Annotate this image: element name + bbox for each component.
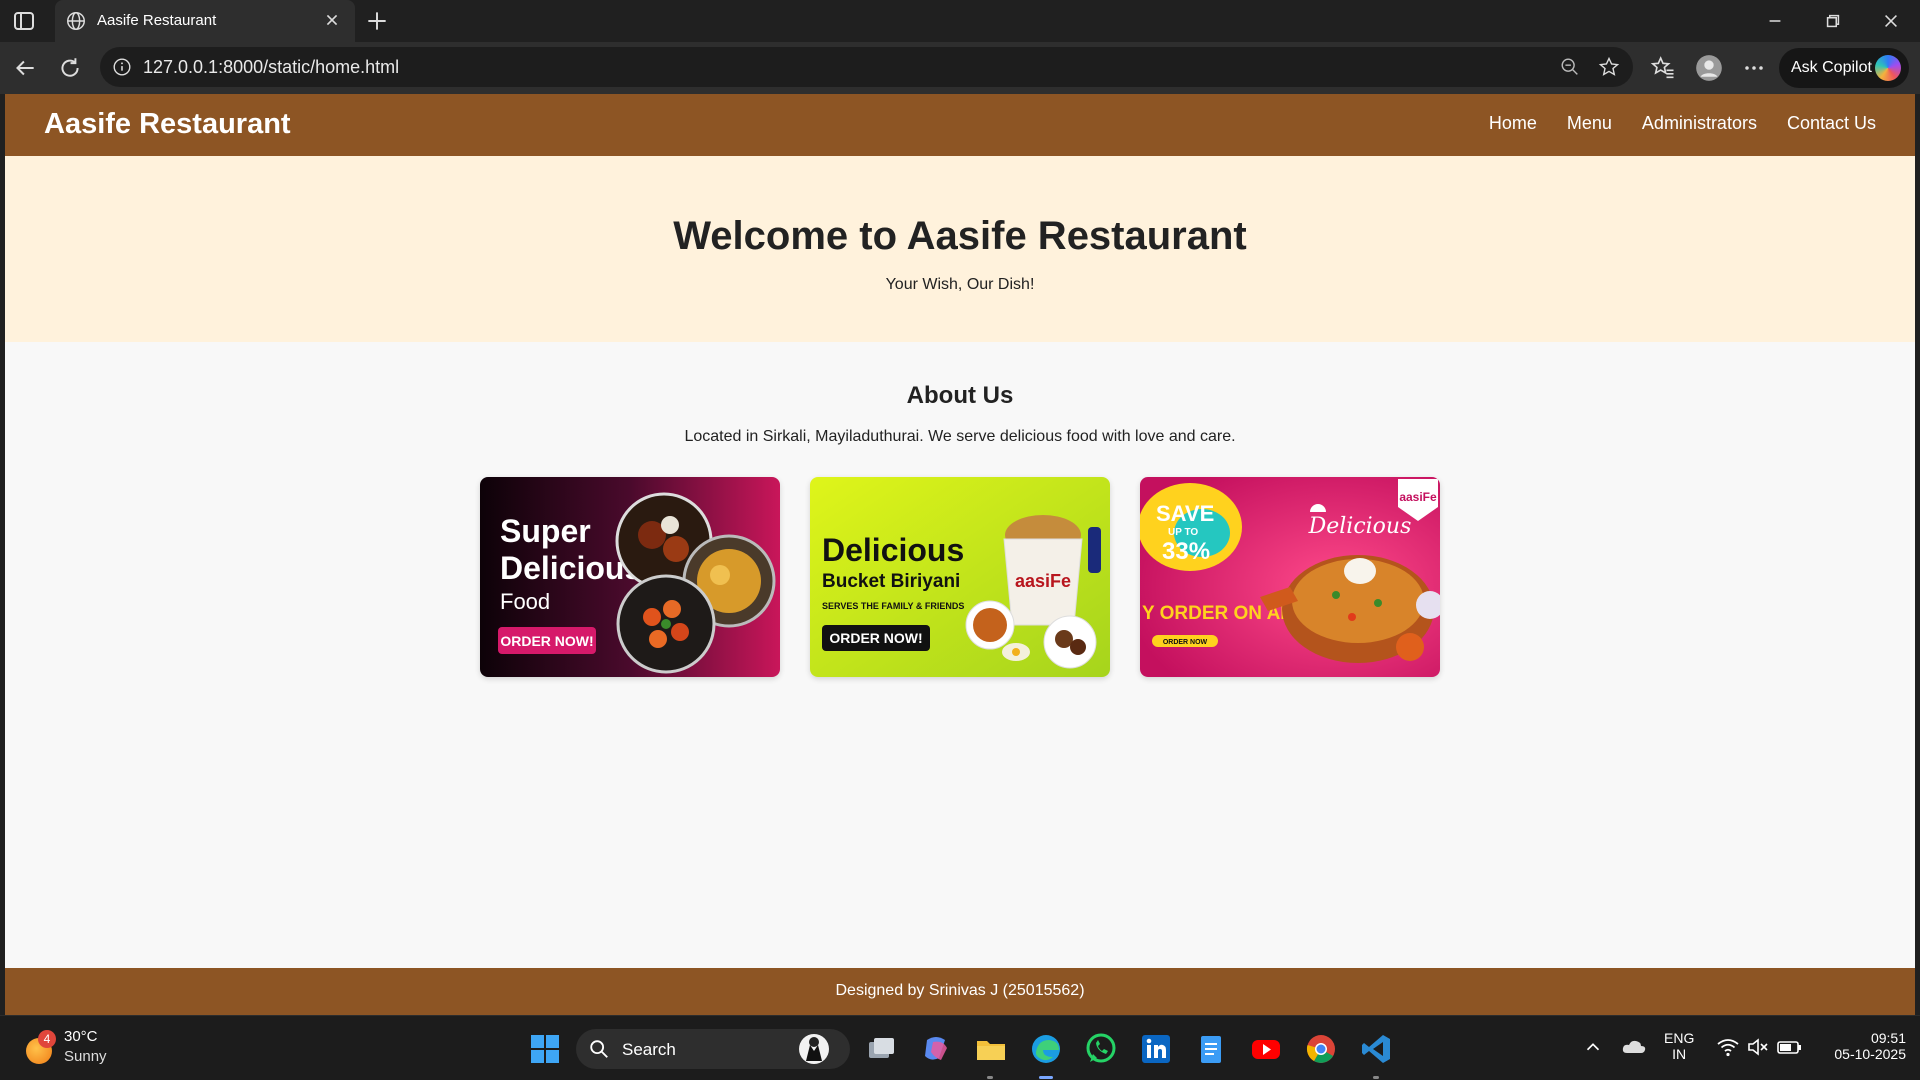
chevron-up-icon[interactable] [1582,1036,1604,1058]
active-app-indicator [1039,1076,1053,1079]
linkedin-icon[interactable] [1139,1032,1173,1066]
url-text: 127.0.0.1:8000/static/home.html [143,57,400,77]
card1-line3: Food [500,589,550,614]
file-explorer-icon[interactable] [974,1032,1008,1066]
weather-condition: Sunny [64,1048,107,1065]
card3-order-label: ORDER NOW [1163,639,1208,646]
system-clock[interactable]: 09:51 05-10-2025 [1816,1030,1906,1062]
taskbar-search[interactable]: Search [576,1029,850,1069]
language-code: ENG [1664,1030,1695,1046]
whatsapp-icon[interactable] [1084,1032,1118,1066]
globe-icon [67,12,85,30]
notepad-icon[interactable] [1194,1032,1228,1066]
copilot-label: Ask Copilot [1791,59,1872,76]
youtube-icon[interactable] [1249,1032,1283,1066]
profile-avatar-icon[interactable] [1695,54,1723,82]
restore-icon[interactable] [1820,8,1846,34]
about-text: Located in Sirkali, Mayiladuthurai. We s… [684,428,1236,445]
card1-line1: Super [500,513,591,549]
clock-date: 05-10-2025 [1834,1046,1906,1062]
zoom-icon[interactable] [1559,56,1581,78]
bucket-biriyani-banner: Delicious Bucket Biriyani SERVES THE FAM… [810,477,1110,677]
search-label: Search [622,1040,676,1059]
close-tab-icon[interactable] [321,9,343,31]
edge-browser-icon[interactable] [1029,1032,1063,1066]
running-indicator [1373,1076,1379,1079]
card2-line2: Bucket Biriyani [822,571,960,592]
about-title: About Us [906,382,1014,409]
hero-subtitle: Your Wish, Our Dish! [885,276,1035,293]
more-options-icon[interactable] [1740,54,1768,82]
hero-section: Welcome to Aasife Restaurant Your Wish, … [5,156,1915,342]
task-view-icon[interactable] [864,1032,898,1066]
card2-order-label: ORDER NOW! [829,630,922,646]
close-window-icon[interactable] [1878,8,1904,34]
weather-badge: 4 [38,1030,56,1048]
chrome-icon[interactable] [1304,1032,1338,1066]
ask-copilot-button[interactable]: Ask Copilot [1779,48,1909,88]
card2-bucket-logo: aasiFe [1015,571,1071,591]
promo-card-save-offer[interactable]: SAVE UP TO 33% Y ORDER ON APP ORDER NOW … [1140,477,1440,677]
windows-taskbar: 4 30°C Sunny Search ENG IN 09:51 05-10-2… [0,1015,1920,1080]
hero-title: Welcome to Aasife Restaurant [673,214,1247,258]
nav-home-link[interactable]: Home [1489,113,1537,134]
language-indicator[interactable]: ENG IN [1664,1030,1694,1062]
running-indicator [987,1076,993,1079]
card2-line3: SERVES THE FAMILY & FRIENDS [822,601,964,611]
search-icon [590,1040,608,1058]
refresh-icon[interactable] [57,55,83,81]
site-brand[interactable]: Aasife Restaurant [44,108,291,141]
volume-muted-icon[interactable] [1746,1036,1770,1058]
address-bar-row: 127.0.0.1:8000/static/home.html Ask Copi… [0,42,1920,94]
onedrive-icon[interactable] [1621,1036,1647,1058]
card3-save-line3: 33% [1162,538,1210,565]
promo-card-super-delicious[interactable]: Super Delicious Food ORDER NOW! [480,477,780,677]
weather-temperature: 30°C [64,1028,98,1045]
super-delicious-food-banner: Super Delicious Food ORDER NOW! [480,477,780,677]
clock-time: 09:51 [1870,1030,1906,1046]
new-tab-icon[interactable] [364,8,390,34]
back-icon[interactable] [12,55,38,81]
copilot-icon [1875,55,1901,81]
tab-actions-icon[interactable] [12,9,36,33]
site-footer: Designed by Srinivas J (25015562) [5,968,1915,1015]
site-nav: Home Menu Administrators Contact Us [1489,113,1876,134]
tab-title: Aasife Restaurant [97,12,217,29]
favorites-icon[interactable] [1649,54,1677,82]
card2-line1: Delicious [822,532,964,568]
site-header: Aasife Restaurant Home Menu Administrato… [5,94,1915,156]
browser-tab[interactable]: Aasife Restaurant [55,0,355,42]
boiled-egg [1344,558,1376,584]
favorite-star-icon[interactable] [1597,55,1621,79]
windows-start-icon[interactable] [528,1032,562,1066]
promo-card-bucket-biriyani[interactable]: Delicious Bucket Biriyani SERVES THE FAM… [810,477,1110,677]
card3-save-line1: SAVE [1156,501,1214,526]
copilot-app-icon[interactable] [919,1032,953,1066]
url-field[interactable]: 127.0.0.1:8000/static/home.html [100,47,1633,87]
nav-contact-link[interactable]: Contact Us [1787,113,1876,134]
card3-script-title: Delicious [1308,514,1412,539]
card3-logo: aasiFe [1399,490,1437,504]
battery-icon[interactable] [1776,1036,1802,1058]
search-highlight-icon [799,1034,829,1064]
region-code: IN [1672,1046,1687,1062]
site-info-icon[interactable] [111,56,133,78]
nav-administrators-link[interactable]: Administrators [1642,113,1757,134]
save-offer-banner: SAVE UP TO 33% Y ORDER ON APP ORDER NOW … [1140,477,1440,677]
curry-side-bowl [1396,633,1424,661]
wifi-icon[interactable] [1716,1036,1740,1058]
minimize-icon[interactable] [1762,8,1788,34]
vscode-icon[interactable] [1359,1032,1393,1066]
card1-order-label: ORDER NOW! [500,633,593,649]
cola-bottle [1088,527,1101,573]
nav-menu-link[interactable]: Menu [1567,113,1612,134]
page-viewport: Aasife Restaurant Home Menu Administrato… [5,94,1915,1015]
browser-tab-bar: Aasife Restaurant [0,0,1920,42]
card3-save-line2: UP TO [1168,527,1198,538]
footer-credit: Designed by Srinivas J (25015562) [835,982,1085,999]
